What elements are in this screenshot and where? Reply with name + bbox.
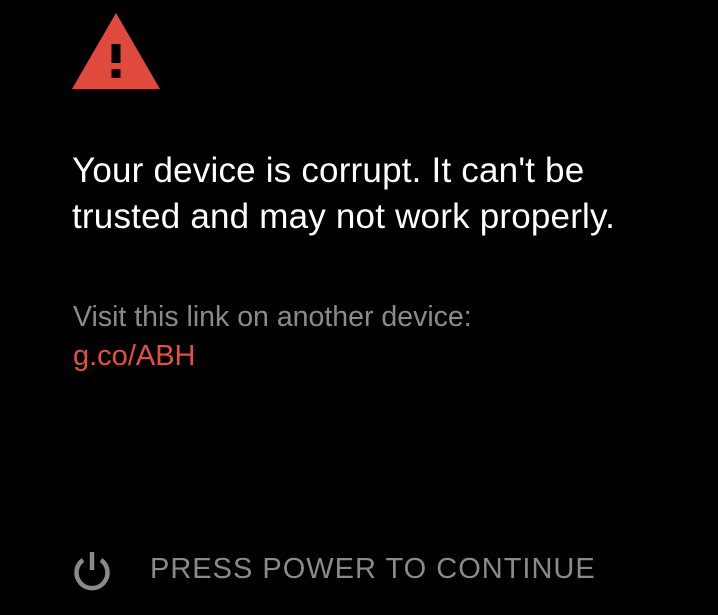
warning-triangle-icon [72, 13, 160, 89]
power-icon [72, 550, 112, 592]
boot-warning-screen: Your device is corrupt. It can't be trus… [0, 0, 718, 615]
continue-label: PRESS POWER TO CONTINUE [150, 553, 596, 585]
help-link[interactable]: g.co/ABH [73, 337, 196, 375]
press-power-prompt[interactable]: PRESS POWER TO CONTINUE [72, 544, 596, 594]
corrupt-device-message: Your device is corrupt. It can't be trus… [72, 151, 616, 236]
visit-link-instruction: Visit this link on another device: [73, 301, 472, 333]
